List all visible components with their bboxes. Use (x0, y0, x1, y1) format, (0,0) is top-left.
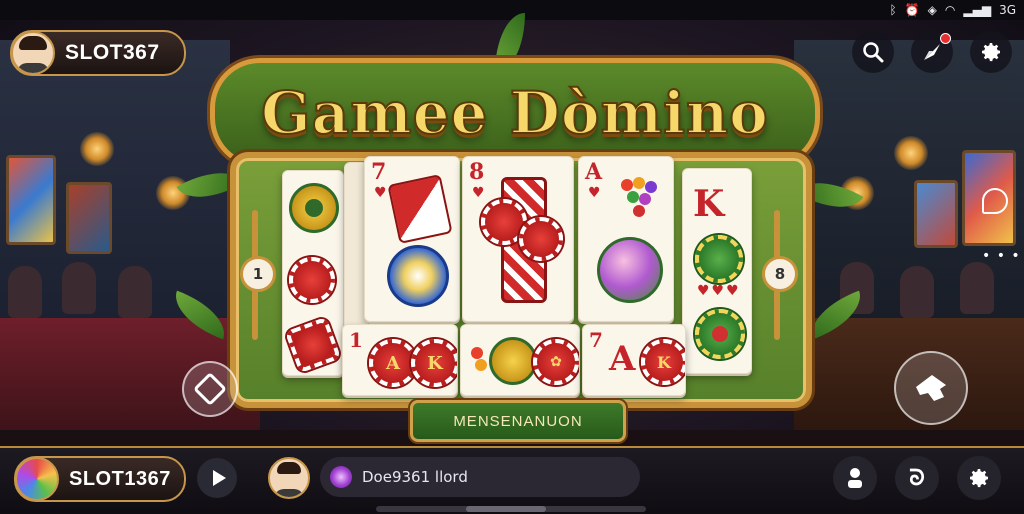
swirl-icon: ᘐ (909, 465, 925, 491)
bluetooth-icon: ᛒ (889, 3, 897, 17)
background-person (118, 266, 152, 318)
playing-card[interactable]: 7 A K (582, 324, 686, 396)
bottom-brand-name: SLOT1367 (69, 467, 171, 490)
rotate-tile-button[interactable] (182, 361, 238, 417)
signal-icon: ▂▄▆ (963, 3, 992, 17)
search-button[interactable] (852, 31, 894, 73)
chat-avatar[interactable] (268, 457, 310, 499)
background-person (960, 262, 994, 314)
background-person (8, 266, 42, 318)
bottom-brand-pill[interactable]: SLOT1367 (14, 456, 186, 502)
brand-name: SLOT367 (65, 41, 160, 64)
gem-icon (15, 457, 59, 501)
bottom-settings-button[interactable] (957, 456, 1001, 500)
playing-card[interactable]: ✿ (460, 324, 580, 396)
playing-card[interactable]: 7 ♥ (364, 156, 460, 322)
share-button[interactable]: ᘐ (895, 456, 939, 500)
search-icon (863, 42, 884, 63)
wifi-icon: ◠ (944, 3, 956, 17)
domino-tile[interactable] (282, 170, 344, 376)
person-icon (848, 468, 862, 488)
chat-text: Doe9361 llord (362, 468, 468, 486)
wall-poster (66, 182, 112, 254)
more-icon[interactable]: • • • (982, 248, 1021, 264)
status-bar: ᛒ ⏰ ◈ ◠ ▂▄▆ 3G (0, 0, 1024, 20)
scrollbar[interactable] (376, 506, 646, 512)
action-button[interactable] (894, 351, 968, 425)
settings-icon (970, 469, 988, 488)
left-marker: 1 (240, 210, 276, 340)
play-button[interactable] (197, 458, 237, 498)
wall-poster (6, 155, 56, 245)
background-person (900, 266, 934, 318)
playing-card[interactable]: 8 ♥ (462, 156, 574, 322)
chat-input[interactable]: Doe9361 llord (320, 457, 640, 497)
avatar[interactable] (11, 31, 55, 75)
settings-button[interactable] (970, 31, 1012, 73)
game-title: Gamee Dòmino (260, 78, 769, 148)
status-plaque: MENSENANUON (410, 400, 626, 442)
right-marker: 8 (762, 210, 798, 340)
battery-label: 3G (999, 3, 1016, 17)
ceiling-lamp (894, 136, 928, 170)
playing-card[interactable]: 1 A K (342, 324, 458, 396)
profile-button[interactable] (833, 456, 877, 500)
boost-button[interactable] (911, 31, 953, 73)
plaque-text: MENSENANUON (453, 412, 583, 430)
chat-bubble-icon[interactable] (982, 188, 1008, 214)
domino-tile[interactable]: K ♥♥♥ (682, 168, 752, 374)
diamond-icon (193, 372, 227, 406)
notification-badge (940, 33, 951, 44)
nfc-icon: ◈ (927, 3, 937, 17)
ceiling-lamp (80, 132, 114, 166)
alarm-icon: ⏰ (904, 3, 920, 17)
pointer-hand-icon (916, 375, 946, 401)
wall-poster (914, 180, 958, 248)
flower-icon (330, 466, 352, 488)
playing-card[interactable]: A ♥ (578, 156, 674, 322)
settings-icon (982, 43, 1000, 62)
rocket-icon (924, 44, 940, 60)
background-person (62, 262, 96, 314)
brand-pill[interactable]: SLOT367 (10, 30, 186, 76)
